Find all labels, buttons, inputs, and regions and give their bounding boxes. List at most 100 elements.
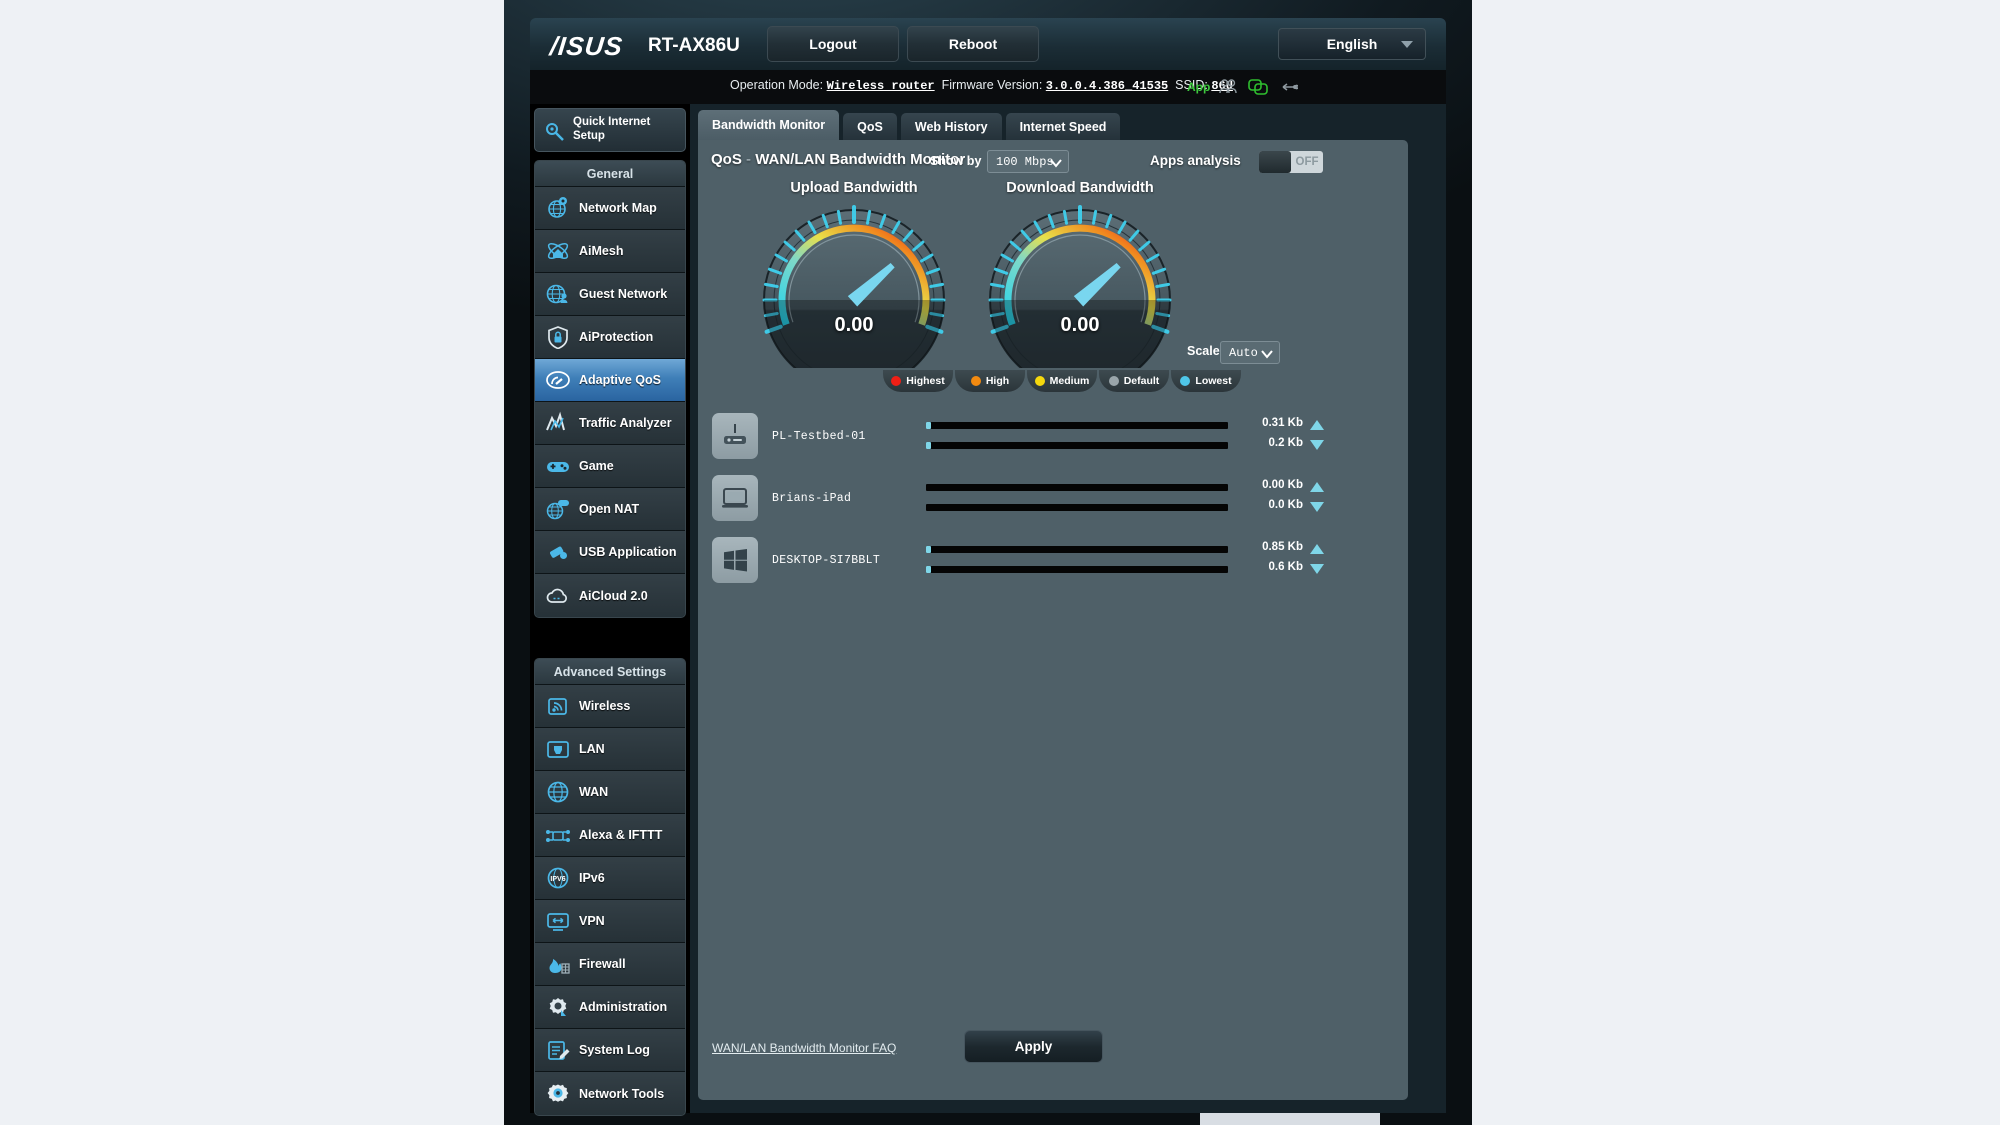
sidebar-item-adaptive-qos[interactable]: Adaptive QoS [535, 359, 685, 402]
sidebar-item-usb-application[interactable]: USB Application [535, 531, 685, 574]
sidebar-item-system-log[interactable]: System Log [535, 1029, 685, 1072]
sidebar-item-aimesh[interactable]: AiMesh [535, 230, 685, 273]
router-model-name: RT-AX86U [648, 35, 740, 56]
alexa-ifttt-icon [541, 821, 575, 849]
download-arrow-icon [1310, 502, 1324, 512]
tab-bar: Bandwidth Monitor QoS Web History Internet … [698, 110, 1121, 140]
show-by-select[interactable]: 100 Mbps [987, 150, 1069, 173]
upload-bar [926, 546, 1228, 553]
legend-item-medium[interactable]: Medium [1027, 370, 1097, 392]
firmware-value[interactable]: 3.0.0.4.386_41535 [1046, 79, 1168, 93]
tab-internet-speed[interactable]: Internet Speed [1005, 113, 1121, 140]
sidebar-group-general: General Network Map AiMesh Guest Network Ai… [534, 160, 686, 618]
device-row[interactable]: DESKTOP-SI7BBLT 0.85 Kb 0.6 Kb [698, 532, 1408, 594]
sidebar-item-label: Open NAT [579, 502, 640, 516]
apply-button[interactable]: Apply [964, 1030, 1103, 1063]
vpn-icon [541, 907, 575, 935]
users-icon[interactable] [1218, 78, 1238, 96]
chat-icon[interactable] [1248, 78, 1268, 96]
logout-button[interactable]: Logout [767, 26, 899, 62]
sidebar-item-game[interactable]: Game [535, 445, 685, 488]
download-arrow-icon [1310, 440, 1324, 450]
operation-mode-label: Operation Mode: [730, 78, 824, 92]
tab-qos[interactable]: QoS [843, 113, 897, 140]
legend-item-default[interactable]: Default [1099, 370, 1169, 392]
sidebar-group-general-title: General [535, 161, 685, 187]
upload-bar-fill [926, 422, 931, 429]
sidebar-item-label: Game [579, 459, 614, 473]
firmware-label: Firmware Version: [941, 78, 1043, 92]
sidebar-item-network-map[interactable]: Network Map [535, 187, 685, 230]
sidebar-item-vpn[interactable]: VPN [535, 900, 685, 943]
sidebar-item-label: Alexa & IFTTT [579, 828, 663, 842]
sidebar-item-administration[interactable]: Administration [535, 986, 685, 1029]
traffic-analyzer-icon [541, 409, 575, 437]
device-row[interactable]: Brians-iPad 0.00 Kb 0.0 Kb [698, 470, 1408, 532]
administration-icon [541, 993, 575, 1021]
network-map-icon [541, 194, 575, 222]
upload-bar-fill [926, 546, 931, 553]
upload-value: 0.31 Kb [1262, 417, 1303, 429]
sidebar-item-aiprotection[interactable]: AiProtection [535, 316, 685, 359]
reboot-button[interactable]: Reboot [907, 26, 1039, 62]
upload-bar [926, 484, 1228, 491]
sidebar-item-label: WAN [579, 785, 609, 799]
sidebar-item-wireless[interactable]: Wireless [535, 685, 685, 728]
sidebar-item-label: VPN [579, 914, 605, 928]
tab-bandwidth-monitor[interactable]: Bandwidth Monitor [698, 110, 840, 140]
usb-icon[interactable] [1278, 78, 1299, 96]
quick-internet-setup-button[interactable]: Quick Internet Setup [534, 108, 686, 152]
page-title: QoS - WAN/LAN Bandwidth Monitor [711, 151, 965, 168]
sidebar-item-aicloud-2-0[interactable]: AiCloud 2.0 [535, 574, 685, 617]
sidebar-group-advanced-title: Advanced Settings [535, 659, 685, 685]
sidebar-group-advanced: Advanced Settings Wireless LAN WAN Alexa & … [534, 658, 686, 1116]
scale-select[interactable]: Auto [1220, 341, 1280, 364]
router-admin-app: /ISUS RT-AX86U Logout Reboot English Ope… [530, 18, 1446, 1116]
aicloud-icon [541, 582, 575, 610]
upload-value: 0.85 Kb [1262, 541, 1303, 553]
page-title-dash: - [741, 151, 756, 168]
legend-label: Highest [906, 375, 945, 387]
download-bar [926, 504, 1228, 511]
show-by-label: Show by [930, 154, 982, 168]
sidebar-item-label: IPv6 [579, 871, 605, 885]
operation-mode-value[interactable]: Wireless router [827, 79, 935, 93]
sidebar-item-wan[interactable]: WAN [535, 771, 685, 814]
priority-legend: Highest High Medium Default Lowest [883, 370, 1243, 392]
sidebar-item-firewall[interactable]: Firewall [535, 943, 685, 986]
sidebar-item-guest-network[interactable]: Guest Network [535, 273, 685, 316]
sidebar-item-network-tools[interactable]: Network Tools [535, 1072, 685, 1115]
sidebar-item-alexa-ifttt[interactable]: Alexa & IFTTT [535, 814, 685, 857]
device-name: DESKTOP-SI7BBLT [772, 554, 881, 567]
download-arrow-icon [1310, 564, 1324, 574]
sidebar-advanced-items: Wireless LAN WAN Alexa & IFTTT IPV6 IPv6 VPN Fi… [535, 685, 685, 1115]
legend-item-lowest[interactable]: Lowest [1171, 370, 1241, 392]
sidebar-item-label: Network Map [579, 201, 657, 215]
sidebar-item-label: Traffic Analyzer [579, 416, 672, 430]
device-row[interactable]: PL-Testbed-01 0.31 Kb 0.2 Kb [698, 408, 1408, 470]
sidebar-item-open-nat[interactable]: Open NAT [535, 488, 685, 531]
app-link[interactable]: App [1187, 80, 1210, 94]
device-name: Brians-iPad [772, 492, 852, 505]
faq-link[interactable]: WAN/LAN Bandwidth Monitor FAQ [712, 1041, 896, 1055]
sidebar-item-label: AiProtection [579, 330, 654, 344]
sidebar-item-lan[interactable]: LAN [535, 728, 685, 771]
sidebar-item-ipv6[interactable]: IPV6 IPv6 [535, 857, 685, 900]
quick-internet-setup-label: Quick Internet Setup [573, 116, 651, 142]
sidebar-item-label: Guest Network [579, 287, 668, 301]
sidebar-item-traffic-analyzer[interactable]: Traffic Analyzer [535, 402, 685, 445]
upload-value: 0.00 Kb [1262, 479, 1303, 491]
sidebar: Quick Internet Setup General Network Map… [530, 104, 690, 1116]
device-name: PL-Testbed-01 [772, 430, 866, 443]
legend-color-dot [1034, 376, 1045, 386]
apps-analysis-state: OFF [1295, 156, 1319, 168]
network-tools-icon [541, 1080, 575, 1108]
download-bar [926, 442, 1228, 449]
tab-web-history[interactable]: Web History [900, 113, 1002, 140]
apps-analysis-toggle[interactable]: OFF [1259, 151, 1323, 173]
legend-item-high[interactable]: High [955, 370, 1025, 392]
legend-item-highest[interactable]: Highest [883, 370, 953, 392]
language-selector[interactable]: English [1278, 28, 1426, 60]
legend-label: Default [1123, 375, 1160, 387]
scale-label: Scale [1187, 344, 1220, 358]
